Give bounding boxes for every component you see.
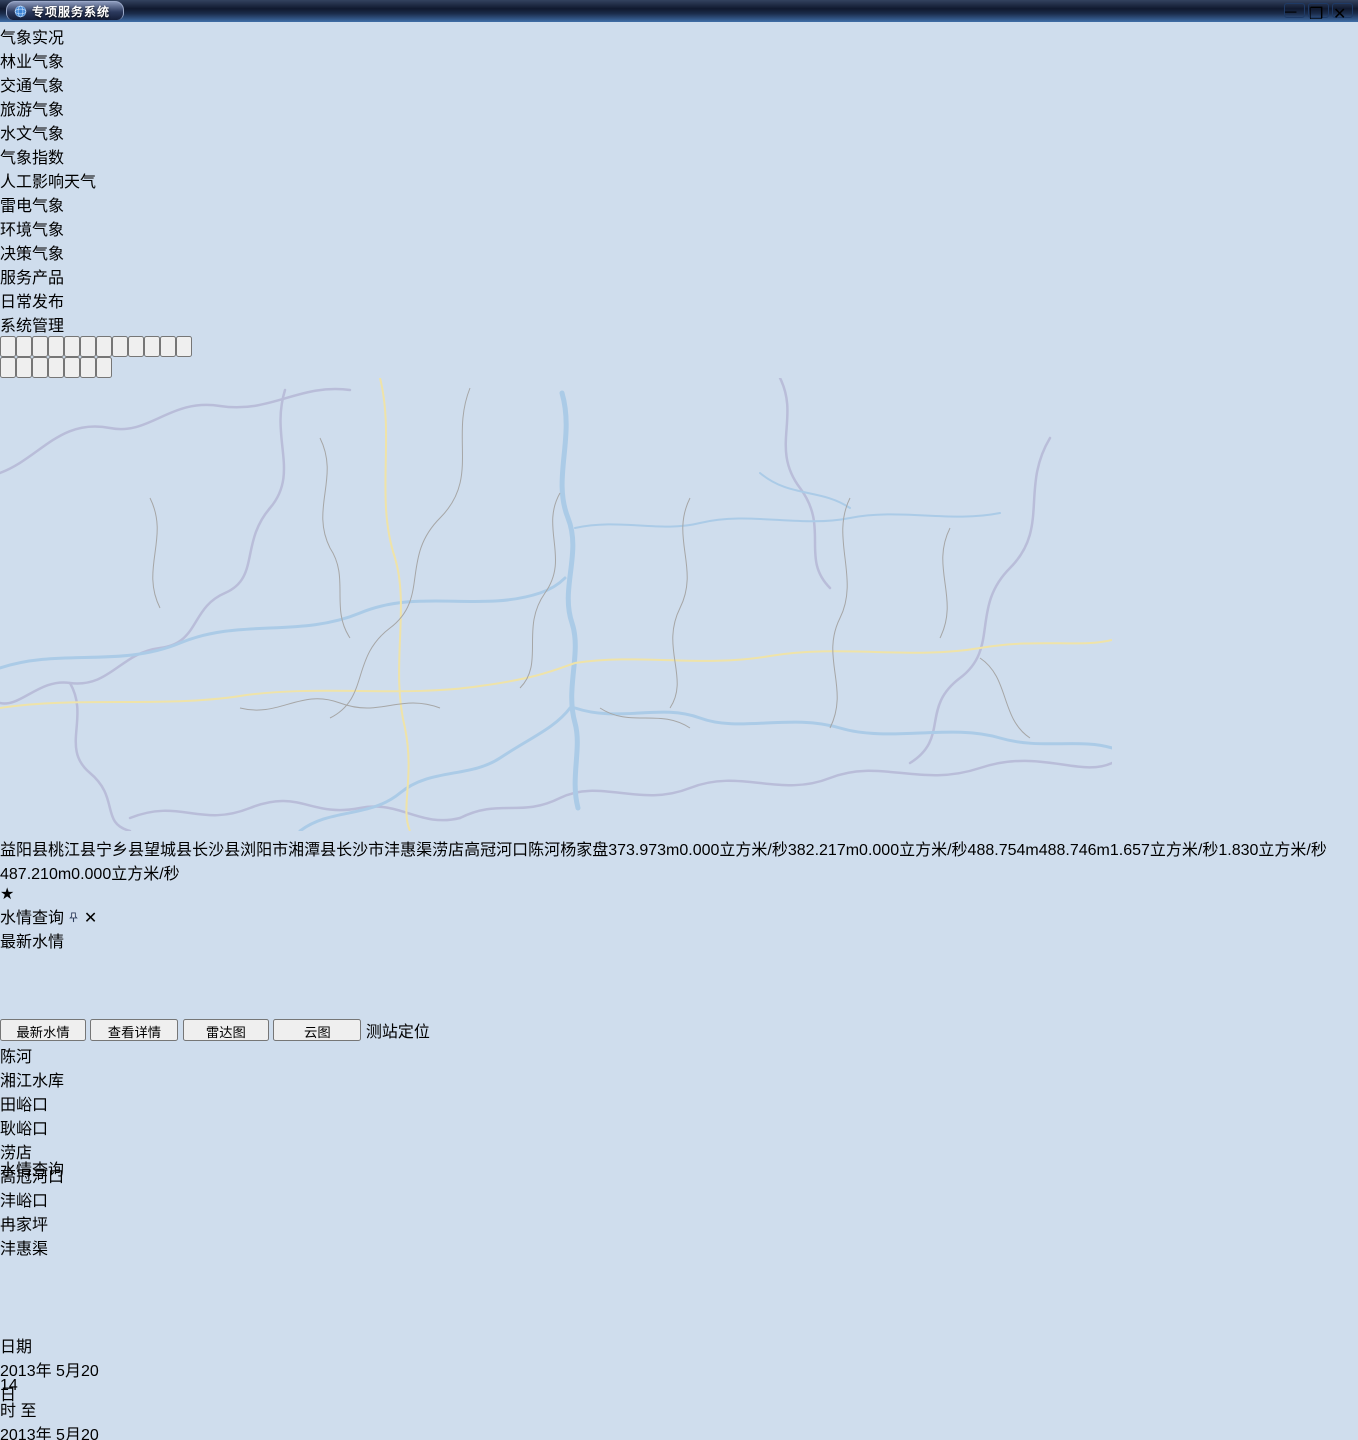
radar-chart-button[interactable]: 雷达图: [183, 1019, 269, 1041]
globe-layer-tool[interactable]: [16, 357, 32, 378]
toolbar: ?±: [0, 336, 1358, 378]
select-features-tool[interactable]: [32, 336, 48, 357]
app-globe-icon: [14, 5, 27, 18]
map-county-label: 宁乡县: [96, 842, 144, 859]
cloud-image-button[interactable]: 云图: [273, 1019, 361, 1041]
menu-item-8[interactable]: 雷电气象: [0, 192, 1358, 216]
map-station-label: 高冠河口: [464, 842, 528, 859]
select-element-tool[interactable]: [48, 336, 64, 357]
menu-item-5[interactable]: 水文气象: [0, 120, 1358, 144]
to-date-value: 2013年 5月20日: [0, 1427, 99, 1440]
map-basemap: [0, 378, 1112, 831]
map-station-label: 陈河: [528, 842, 560, 859]
map-city-label: 长沙市: [336, 842, 384, 859]
export-image-tool[interactable]: [0, 357, 16, 378]
menu-item-12[interactable]: 日常发布: [0, 288, 1358, 312]
restore-button[interactable]: ❐: [1308, 3, 1329, 18]
stop-tool[interactable]: [128, 336, 144, 357]
menu-item-2[interactable]: 林业气象: [0, 48, 1358, 72]
map-viewport[interactable]: 益阳县桃江县宁乡县望城县长沙县浏阳市湘潭县长沙市沣惠渠涝店高冠河口陈河杨家盘37…: [0, 378, 1358, 904]
menu-item-3[interactable]: 交通气象: [0, 72, 1358, 96]
map-value-label: 1.830立方米/秒: [1218, 842, 1327, 859]
menu-bar: 气象预报气象实况林业气象交通气象旅游气象水文气象气象指数人工影响天气雷电气象环境…: [0, 0, 1358, 336]
menu-item-7[interactable]: 人工影响天气: [0, 168, 1358, 192]
station-list-item-2[interactable]: 田峪口: [0, 1091, 142, 1115]
map-value-label: 487.210m: [0, 866, 71, 883]
latest-water-group-label: 最新水情: [0, 934, 64, 951]
station-locate-label: 测站定位: [366, 1024, 430, 1041]
station-list-item-3[interactable]: 耿峪口: [0, 1115, 142, 1139]
hour-unit-label: 时: [0, 1403, 16, 1420]
measure-tool[interactable]: [16, 336, 32, 357]
city-star-icon: ★: [0, 886, 14, 903]
app-title-tab: 专项服务系统: [6, 1, 124, 20]
map-county-label: 浏阳市: [240, 842, 288, 859]
menu-item-13[interactable]: 系统管理: [0, 312, 1358, 336]
menu-item-1[interactable]: 气象实况: [0, 24, 1358, 48]
globe-tool[interactable]: [0, 336, 16, 357]
panel-title: 水情查询: [0, 910, 64, 927]
map-county-label: 益阳县: [0, 842, 48, 859]
date-label: 日期: [0, 1339, 32, 1356]
menu-item-9[interactable]: 环境气象: [0, 216, 1358, 240]
map-value-label: 0.000立方米/秒: [71, 866, 180, 883]
map-value-label: 373.973m: [608, 842, 679, 859]
fit-window-tool[interactable]: [144, 336, 160, 357]
from-date-combo[interactable]: 2013年 5月20日: [0, 1357, 99, 1377]
identify-tool[interactable]: ?±: [176, 336, 192, 357]
view-details-button[interactable]: 查看详情: [90, 1019, 178, 1041]
map-county-label: 望城县: [144, 842, 192, 859]
map-value-label: 1.657立方米/秒: [1110, 842, 1219, 859]
minimize-button[interactable]: ─: [1284, 3, 1305, 18]
map-county-label: 湘潭县: [288, 842, 336, 859]
select-area-tool[interactable]: [64, 336, 80, 357]
pan-tool[interactable]: [112, 336, 128, 357]
zoom-out-tool[interactable]: [96, 336, 112, 357]
map-value-label: 0.000立方米/秒: [859, 842, 968, 859]
map-value-label: 488.754m: [968, 842, 1039, 859]
water-query-group-label: 水情查询: [0, 1162, 64, 1179]
map-station-label: 杨家盘: [560, 842, 608, 859]
station-list-item-1[interactable]: 湘江水库: [0, 1067, 142, 1091]
water-query-panel: 水情查询 ✕ 最新水情 最新水情 查看详情 雷达图 云图 测站定位 陈河湘江水库…: [0, 904, 1358, 1440]
from-hour-value: 14: [0, 1377, 18, 1394]
map-county-label: 长沙县: [192, 842, 240, 859]
map-value-label: 382.217m: [788, 842, 859, 859]
close-button[interactable]: ✕: [1332, 3, 1353, 18]
menu-item-6[interactable]: 气象指数: [0, 144, 1358, 168]
print-preview-tool[interactable]: [48, 357, 64, 378]
map-value-label: 0.000立方米/秒: [679, 842, 788, 859]
latest-water-group: 最新水情: [0, 928, 221, 1018]
map-value-label: 488.746m: [1039, 842, 1110, 859]
refresh-tool[interactable]: [160, 336, 176, 357]
map-station-label: 涝店: [432, 842, 464, 859]
print-tool[interactable]: [32, 357, 48, 378]
window-title: 专项服务系统: [32, 3, 110, 20]
map-county-label: 桃江县: [48, 842, 96, 859]
panel-pin-icon[interactable]: [68, 910, 83, 927]
station-listbox[interactable]: 陈河湘江水库田峪口耿峪口涝店高冠河口沣峪口冉家坪沣惠渠: [0, 1042, 142, 1156]
from-hour-combo[interactable]: 14: [0, 1377, 38, 1397]
zoom-in-tool[interactable]: [80, 336, 96, 357]
grid-tool[interactable]: [96, 357, 112, 378]
menu-item-10[interactable]: 决策气象: [0, 240, 1358, 264]
station-list-item-0[interactable]: 陈河: [0, 1043, 142, 1067]
menu-item-11[interactable]: 服务产品: [0, 264, 1358, 288]
panel-close-icon[interactable]: ✕: [84, 910, 97, 927]
map-station-label: 沣惠渠: [384, 842, 432, 859]
placemark-tool[interactable]: [64, 357, 80, 378]
title-bar: 专项服务系统 ─ ❐ ✕: [0, 0, 1358, 22]
menu-item-4[interactable]: 旅游气象: [0, 96, 1358, 120]
latest-water-button[interactable]: 最新水情: [0, 1019, 86, 1041]
back-tool[interactable]: [80, 357, 96, 378]
to-date-combo[interactable]: 2013年 5月20日: [0, 1421, 99, 1440]
to-label: 至: [20, 1403, 36, 1420]
